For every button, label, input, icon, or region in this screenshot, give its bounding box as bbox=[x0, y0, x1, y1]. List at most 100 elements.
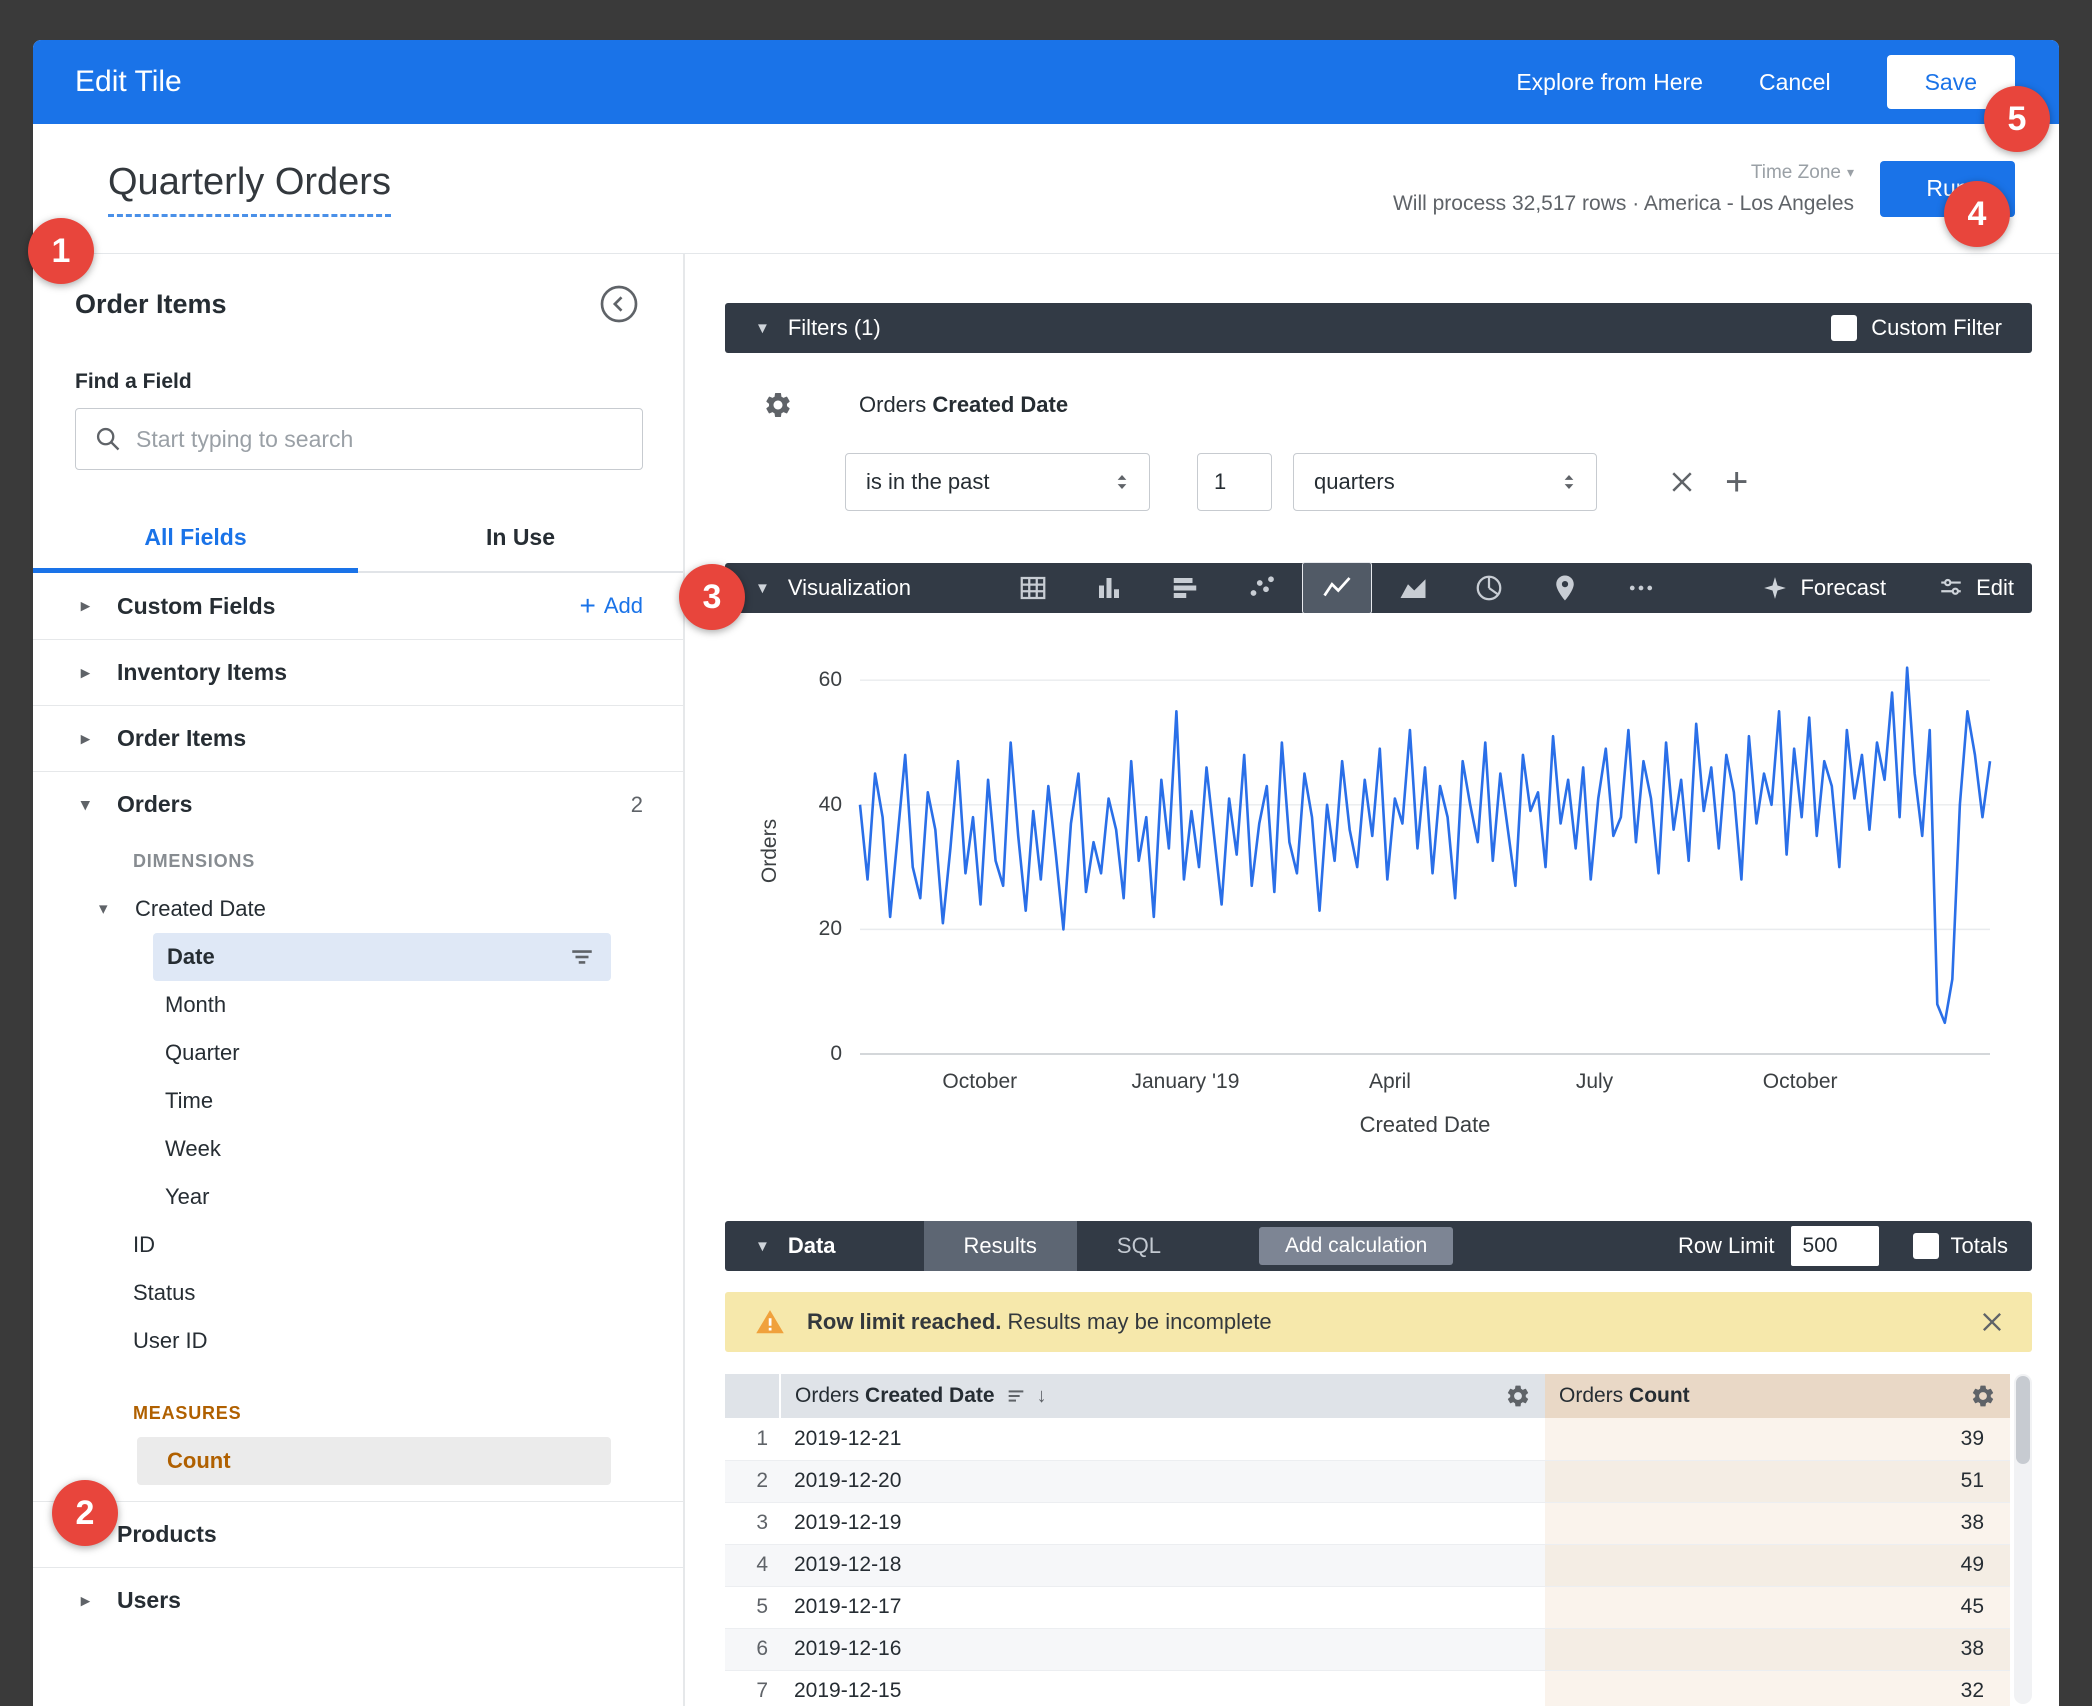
row-number-header bbox=[725, 1374, 780, 1418]
group-users[interactable]: ▸ Users bbox=[33, 1567, 683, 1633]
row-number-cell: 5 bbox=[725, 1586, 780, 1628]
more-viz-icon[interactable] bbox=[1607, 563, 1675, 613]
group-products[interactable]: ▸ Products bbox=[33, 1501, 683, 1567]
warning-bold-text: Row limit reached. bbox=[807, 1309, 1001, 1334]
chevron-right-icon: ▸ bbox=[81, 663, 117, 683]
group-orders[interactable]: ▾ Orders 2 bbox=[33, 771, 683, 837]
search-input[interactable] bbox=[136, 426, 624, 453]
count-cell: 51 bbox=[1545, 1460, 2010, 1502]
table-scrollbar[interactable] bbox=[2014, 1374, 2032, 1704]
field-id[interactable]: ID bbox=[33, 1221, 683, 1269]
remove-filter-icon[interactable] bbox=[1667, 467, 1697, 497]
group-order-items[interactable]: ▸ Order Items bbox=[33, 705, 683, 771]
custom-filter-checkbox[interactable] bbox=[1831, 315, 1857, 341]
filter-unit-select[interactable]: quarters bbox=[1293, 453, 1597, 511]
field-user-id[interactable]: User ID bbox=[33, 1317, 683, 1365]
x-tick-label: October bbox=[1763, 1070, 1838, 1094]
filter-amount-input[interactable] bbox=[1197, 453, 1272, 511]
line-chart-plot: 0204060 OctoberJanuary '19AprilJulyOctob… bbox=[860, 649, 1990, 1054]
line-series bbox=[860, 668, 1990, 1023]
explore-from-here-link[interactable]: Explore from Here bbox=[1516, 69, 1703, 96]
filter-condition-value: is in the past bbox=[866, 469, 1109, 495]
created-date-cell: 2019-12-17 bbox=[780, 1586, 1545, 1628]
sort-lines-icon bbox=[1005, 1385, 1027, 1407]
created-date-cell: 2019-12-21 bbox=[780, 1418, 1545, 1460]
field-tree: ▸ Custom Fields + Add ▸ Inventory Items … bbox=[33, 573, 683, 1706]
row-number-cell: 3 bbox=[725, 1502, 780, 1544]
area-chart-icon[interactable] bbox=[1379, 563, 1447, 613]
created-date-cell: 2019-12-18 bbox=[780, 1544, 1545, 1586]
title-row: Quarterly Orders Time Zone ▾ Will proces… bbox=[33, 124, 2059, 254]
line-chart-icon[interactable] bbox=[1303, 563, 1371, 613]
visualization-section-bar[interactable]: ▼ Visualization bbox=[725, 563, 2032, 613]
field-quarter[interactable]: Quarter bbox=[33, 1029, 683, 1077]
field-month[interactable]: Month bbox=[33, 981, 683, 1029]
y-tick-label: 20 bbox=[819, 917, 842, 941]
row-limit-input[interactable] bbox=[1791, 1226, 1879, 1266]
field-count-selected[interactable]: Count bbox=[137, 1437, 611, 1485]
edit-viz-button[interactable]: Edit bbox=[1938, 575, 2014, 601]
chevron-down-icon: ▾ bbox=[99, 899, 135, 919]
bar-chart-icon[interactable] bbox=[1151, 563, 1219, 613]
created-date-cell: 2019-12-16 bbox=[780, 1628, 1545, 1670]
field-group-created-date[interactable]: ▾ Created Date bbox=[33, 885, 683, 933]
created-date-column-header[interactable]: Orders Created Date ↓ bbox=[780, 1374, 1545, 1418]
filters-section-bar[interactable]: ▼ Filters (1) Custom Filter bbox=[725, 303, 2032, 353]
group-label: Orders bbox=[117, 791, 192, 818]
scatter-chart-icon[interactable] bbox=[1227, 563, 1295, 613]
column-chart-icon[interactable] bbox=[1075, 563, 1143, 613]
tile-title[interactable]: Quarterly Orders bbox=[108, 161, 391, 217]
group-custom-fields[interactable]: ▸ Custom Fields + Add bbox=[33, 573, 683, 639]
add-filter-icon[interactable]: + bbox=[1725, 462, 1748, 502]
y-tick-label: 60 bbox=[819, 668, 842, 692]
field-search bbox=[75, 408, 643, 470]
data-section-bar[interactable]: ▼ Data Results SQL Add calculation Row L… bbox=[725, 1221, 2032, 1271]
field-label: Status bbox=[133, 1280, 195, 1306]
table-viz-icon[interactable] bbox=[999, 563, 1067, 613]
y-tick-label: 40 bbox=[819, 793, 842, 817]
field-date-selected[interactable]: Date bbox=[153, 933, 611, 981]
add-calculation-button[interactable]: Add calculation bbox=[1259, 1227, 1453, 1265]
y-tick-label: 0 bbox=[830, 1042, 842, 1066]
filter-condition-select[interactable]: is in the past bbox=[845, 453, 1150, 511]
pie-chart-icon[interactable] bbox=[1455, 563, 1523, 613]
field-year[interactable]: Year bbox=[33, 1173, 683, 1221]
gear-icon[interactable] bbox=[1505, 1383, 1531, 1409]
tab-sql[interactable]: SQL bbox=[1077, 1221, 1201, 1271]
step-badge-2: 2 bbox=[52, 1480, 118, 1546]
group-inventory-items[interactable]: ▸ Inventory Items bbox=[33, 639, 683, 705]
data-section-title: Data bbox=[788, 1233, 836, 1259]
forecast-label: Forecast bbox=[1800, 575, 1886, 601]
forecast-button[interactable]: Forecast bbox=[1762, 575, 1886, 601]
count-column-header[interactable]: Orders Count bbox=[1545, 1374, 2010, 1418]
process-info: Will process 32,517 rows · America - Los… bbox=[1393, 192, 1854, 216]
section-collapse-caret-icon[interactable]: ▼ bbox=[755, 1238, 770, 1255]
warning-detail-text: Results may be incomplete bbox=[1008, 1309, 1272, 1334]
scrollbar-thumb[interactable] bbox=[2016, 1376, 2030, 1464]
results-table: Orders Created Date ↓ bbox=[725, 1374, 2010, 1706]
field-time[interactable]: Time bbox=[33, 1077, 683, 1125]
timezone-selector[interactable]: Time Zone ▾ bbox=[1751, 162, 1854, 184]
row-number-cell: 7 bbox=[725, 1670, 780, 1706]
totals-checkbox[interactable] bbox=[1913, 1233, 1939, 1259]
created-date-cell: 2019-12-19 bbox=[780, 1502, 1545, 1544]
table-row: 72019-12-1532 bbox=[725, 1670, 2010, 1706]
map-chart-icon[interactable] bbox=[1531, 563, 1599, 613]
field-week[interactable]: Week bbox=[33, 1125, 683, 1173]
add-custom-field-button[interactable]: + Add bbox=[579, 592, 643, 620]
warning-icon bbox=[755, 1307, 785, 1337]
section-collapse-caret-icon[interactable]: ▼ bbox=[755, 320, 770, 337]
field-status[interactable]: Status bbox=[33, 1269, 683, 1317]
section-collapse-caret-icon[interactable]: ▼ bbox=[755, 580, 770, 597]
tab-results[interactable]: Results bbox=[924, 1221, 1077, 1271]
close-warning-icon[interactable] bbox=[1978, 1308, 2006, 1336]
collapse-panel-icon[interactable] bbox=[599, 284, 639, 324]
gear-icon[interactable] bbox=[1970, 1383, 1996, 1409]
tab-in-use[interactable]: In Use bbox=[358, 506, 683, 571]
filter-icon[interactable] bbox=[569, 944, 595, 970]
gear-icon[interactable] bbox=[763, 390, 793, 420]
cancel-button[interactable]: Cancel bbox=[1759, 69, 1831, 96]
edit-label: Edit bbox=[1976, 575, 2014, 601]
group-label: Users bbox=[117, 1587, 181, 1614]
tab-all-fields[interactable]: All Fields bbox=[33, 506, 358, 571]
